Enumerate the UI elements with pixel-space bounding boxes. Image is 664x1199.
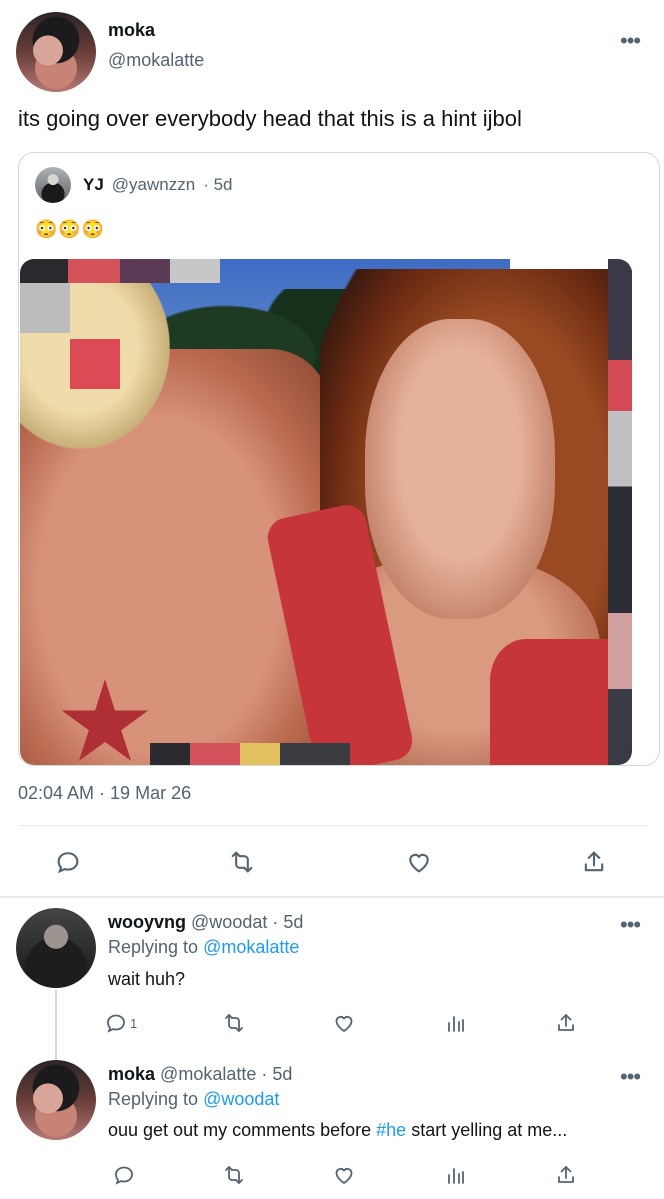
section-divider [0, 896, 664, 898]
quoted-author-handle: @yawnzzn [111, 175, 196, 194]
tweet-timestamp[interactable]: 02:04 AM · 19 Mar 26 [18, 783, 191, 804]
quoted-author-name: YJ [83, 175, 104, 194]
reply-time[interactable]: · 5d [261, 1064, 292, 1084]
hashtag-link[interactable]: #he [376, 1120, 406, 1140]
reply-text: ouu get out my comments before #he start… [108, 1120, 567, 1141]
reply-button[interactable] [44, 838, 92, 886]
reply-button[interactable] [104, 1159, 144, 1191]
reply-text-end: start yelling at me... [406, 1120, 568, 1140]
retweet-button[interactable] [218, 838, 266, 886]
reply-action-bar [96, 1159, 616, 1191]
reply-author-handle[interactable]: @mokalatte [160, 1064, 256, 1084]
replying-label: Replying to [108, 1089, 199, 1109]
analytics-icon [448, 1168, 464, 1184]
quoted-text: 😳😳😳 [35, 219, 106, 239]
reply-author-name[interactable]: wooyvng [108, 912, 186, 932]
retweet-button[interactable] [214, 1159, 254, 1191]
replying-label: Replying to [108, 937, 199, 957]
reply-button[interactable]: 1 [104, 1007, 160, 1039]
replying-to: Replying to @mokalatte [108, 937, 299, 958]
replying-to: Replying to @woodat [108, 1089, 279, 1110]
author-name[interactable]: moka [108, 20, 155, 41]
share-button[interactable] [546, 1007, 586, 1039]
replying-to-link[interactable]: @woodat [203, 1089, 279, 1109]
reply-count: 1 [130, 1015, 138, 1031]
reply-header: wooyvng @woodat · 5d [108, 912, 303, 933]
share-icon [584, 851, 604, 872]
avatar[interactable] [16, 12, 96, 92]
analytics-button[interactable] [436, 1007, 476, 1039]
quoted-time: · 5d [203, 175, 233, 194]
photo-face [365, 319, 555, 619]
reply-icon [115, 1166, 133, 1185]
share-button[interactable] [546, 1159, 586, 1191]
like-button[interactable] [324, 1159, 364, 1191]
more-icon[interactable]: ••• [620, 914, 641, 936]
analytics-button[interactable] [436, 1159, 476, 1191]
author-handle[interactable]: @mokalatte [108, 50, 204, 71]
avatar[interactable] [16, 1060, 96, 1140]
more-icon[interactable]: ••• [620, 30, 641, 52]
reply-icon [57, 852, 79, 874]
reply-tweet[interactable]: moka @mokalatte · 5d ••• Replying to @wo… [0, 1052, 664, 1199]
photo-collage-strip [150, 743, 350, 765]
retweet-icon [225, 1166, 243, 1184]
tweet-text: its going over everybody head that this … [18, 106, 522, 131]
replying-to-link[interactable]: @mokalatte [203, 937, 299, 957]
quoted-media-image[interactable] [20, 259, 632, 765]
like-icon [335, 1168, 353, 1185]
photo-red-top [490, 639, 610, 765]
retweet-button[interactable] [214, 1007, 254, 1039]
photo-collage-strip [20, 259, 220, 283]
quoted-tweet[interactable]: YJ @yawnzzn · 5d 😳😳😳 [18, 152, 660, 766]
photo-collage-strip [608, 259, 632, 765]
like-icon [409, 853, 429, 873]
like-button[interactable] [324, 1007, 364, 1039]
photo-collage-square [70, 339, 120, 389]
like-button[interactable] [395, 838, 443, 886]
divider [18, 825, 648, 826]
retweet-icon [225, 1014, 243, 1032]
reply-icon [107, 1014, 125, 1033]
more-icon[interactable]: ••• [620, 1066, 641, 1088]
reply-text: wait huh? [108, 969, 186, 989]
photo-collage-square [20, 283, 70, 333]
reply-action-bar: 1 [96, 1007, 616, 1039]
reply-author-handle[interactable]: @woodat [191, 912, 267, 932]
quoted-tweet-header: YJ @yawnzzn · 5d [35, 167, 233, 203]
reply-header: moka @mokalatte · 5d [108, 1064, 292, 1085]
share-icon [558, 1014, 574, 1031]
like-icon [335, 1016, 353, 1033]
avatar[interactable] [16, 908, 96, 988]
share-icon [558, 1166, 574, 1183]
retweet-icon [231, 851, 253, 873]
thread-line [55, 990, 57, 1060]
share-button[interactable] [570, 838, 618, 886]
reply-tweet[interactable]: wooyvng @woodat · 5d ••• Replying to @mo… [0, 900, 664, 1060]
avatar [35, 167, 71, 203]
analytics-icon [448, 1016, 464, 1032]
reply-author-name[interactable]: moka [108, 1064, 155, 1084]
reply-text-start: ouu get out my comments before [108, 1120, 377, 1140]
reply-time[interactable]: · 5d [272, 912, 303, 932]
action-bar [0, 838, 664, 886]
